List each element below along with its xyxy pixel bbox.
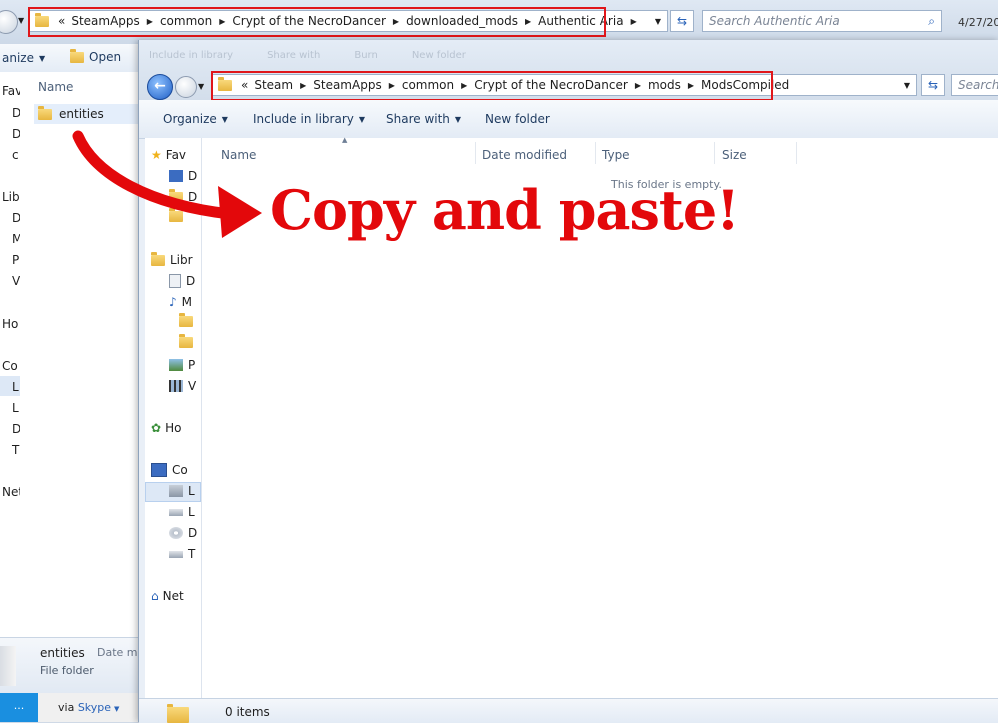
annotation-arrow (72, 130, 262, 238)
annotation-text: Copy and paste! (270, 178, 740, 242)
